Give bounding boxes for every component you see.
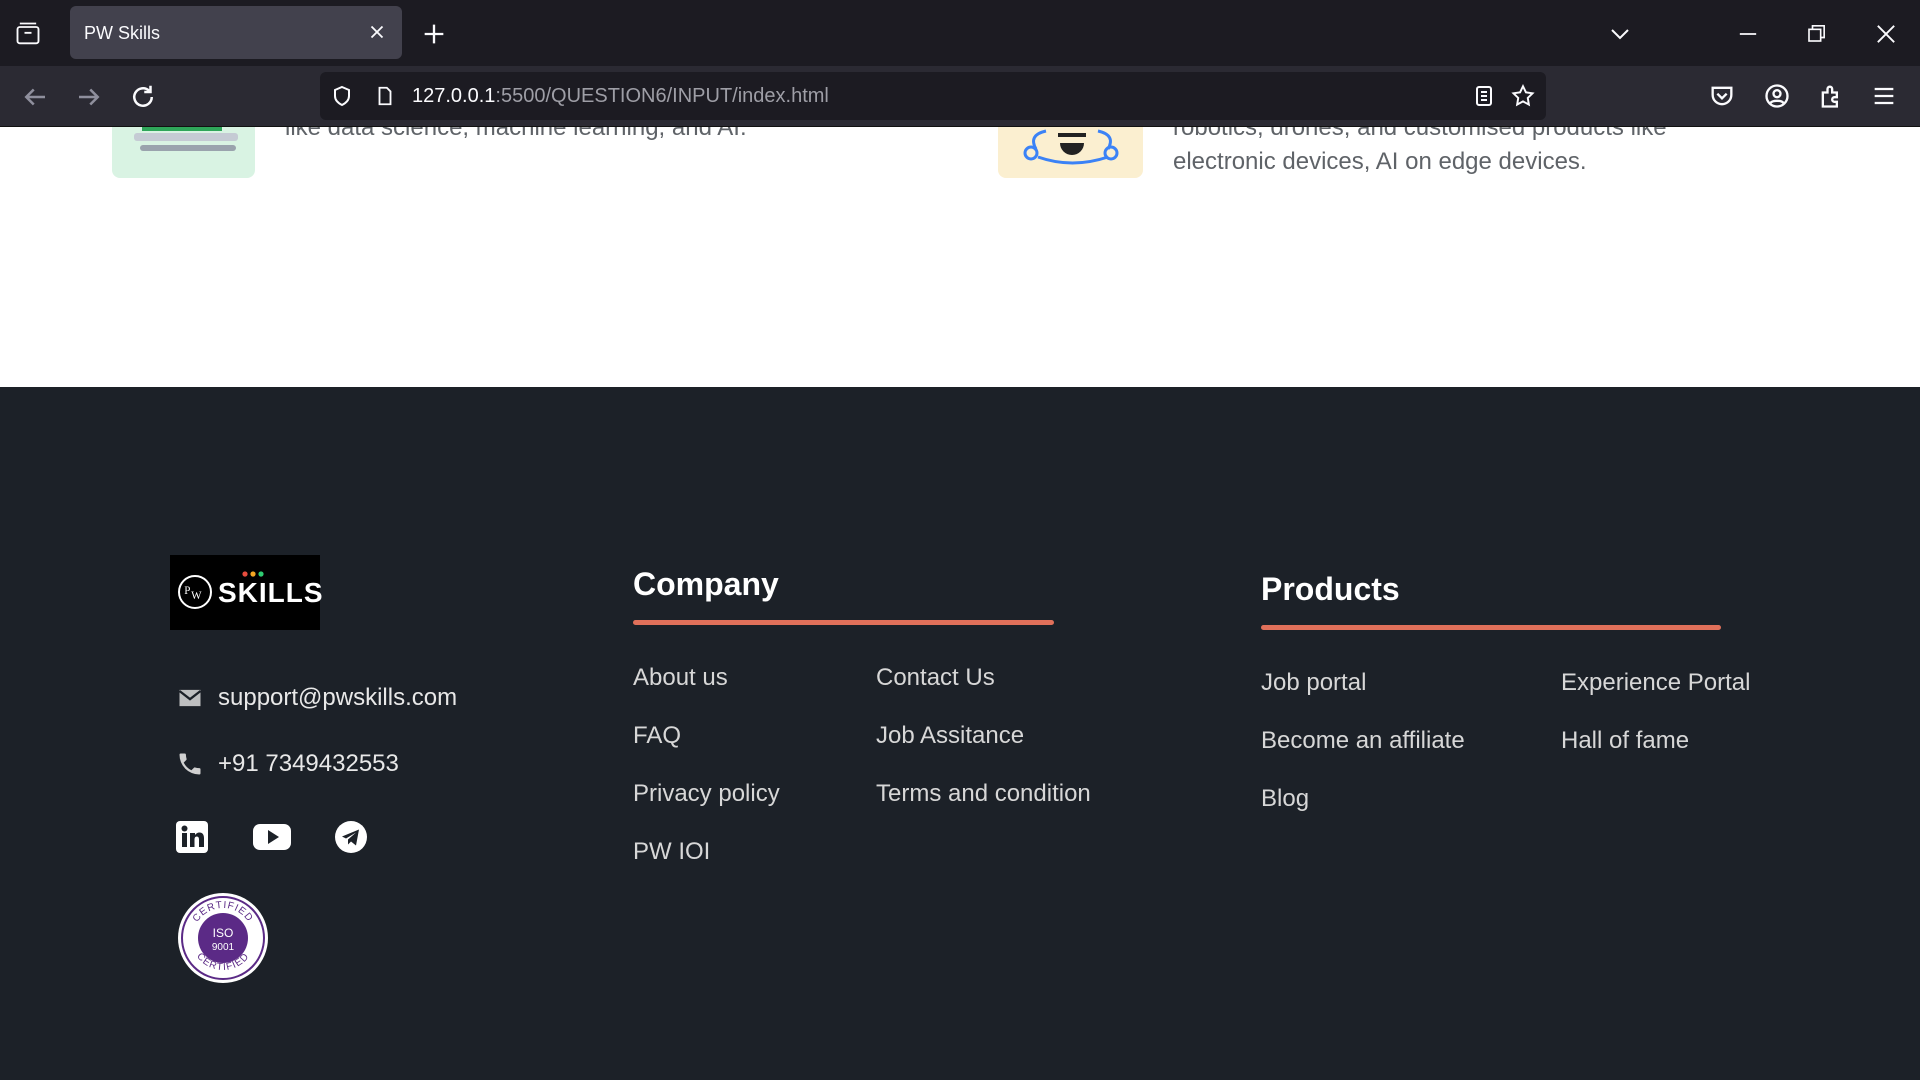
phone-contact[interactable]: +91 7349432553	[176, 750, 399, 778]
products-underline	[1261, 625, 1721, 630]
back-arrow-icon[interactable]	[20, 82, 50, 112]
tab-list-icon[interactable]	[14, 20, 46, 48]
iso-9001-badge: CERTIFIED CERTIFIED ISO 9001	[177, 892, 269, 984]
feature-laptop-image	[112, 127, 255, 178]
phone-icon	[176, 750, 204, 778]
features-section: like data science, machine learning, and…	[0, 127, 1920, 387]
email-contact[interactable]: support@pwskills.com	[176, 684, 457, 712]
footer-link-job-assistance[interactable]: Job Assitance	[876, 722, 1024, 750]
phone-text: +91 7349432553	[218, 750, 399, 777]
company-heading: Company	[633, 566, 779, 602]
company-underline	[633, 620, 1054, 625]
url-host: 127.0.0.1	[412, 85, 496, 107]
feature-left-text: like data science, machine learning, and…	[285, 127, 747, 141]
feature-right-line2: electronic devices, AI on edge devices.	[1173, 148, 1587, 175]
footer-link-contact[interactable]: Contact Us	[876, 664, 995, 692]
products-heading: Products	[1261, 571, 1400, 607]
footer-link-faq[interactable]: FAQ	[633, 722, 681, 750]
reload-icon[interactable]	[128, 82, 158, 112]
tab-title: PW Skills	[84, 23, 160, 43]
reader-view-icon[interactable]	[1472, 84, 1496, 108]
logo-text: SKILLS	[218, 577, 324, 608]
telegram-icon[interactable]	[333, 819, 369, 855]
footer-link-experience-portal[interactable]: Experience Portal	[1561, 669, 1750, 697]
address-bar[interactable]: 127.0.0.1:5500/QUESTION6/INPUT/index.htm…	[320, 72, 1546, 120]
bookmark-star-icon[interactable]	[1510, 83, 1536, 109]
new-tab-icon[interactable]	[420, 20, 448, 48]
hamburger-menu-icon[interactable]	[1870, 82, 1898, 110]
chevron-down-icon[interactable]	[1608, 22, 1632, 46]
youtube-icon[interactable]	[252, 819, 292, 855]
pocket-icon[interactable]	[1708, 82, 1736, 110]
footer-link-blog[interactable]: Blog	[1261, 785, 1309, 813]
restore-icon[interactable]	[1802, 20, 1830, 48]
minimize-icon[interactable]	[1734, 20, 1762, 48]
footer-link-job-portal[interactable]: Job portal	[1261, 669, 1366, 697]
web-page: like data science, machine learning, and…	[0, 127, 1920, 1080]
feature-right-text: robotics, drones, and customised product…	[1173, 127, 1733, 179]
page-info-icon[interactable]	[374, 84, 396, 108]
feature-drone-image	[998, 127, 1143, 178]
footer-link-affiliate[interactable]: Become an affiliate	[1261, 727, 1465, 755]
feature-right-line1: robotics, drones, and customised product…	[1173, 127, 1667, 141]
pw-skills-logo[interactable]: PW SKILLS	[170, 555, 323, 630]
footer-link-about[interactable]: About us	[633, 664, 728, 692]
browser-tab-active[interactable]: PW Skills	[70, 6, 402, 59]
svg-text:P: P	[184, 585, 190, 597]
footer-link-pw-ioi[interactable]: PW IOI	[633, 838, 710, 866]
svg-text:W: W	[191, 590, 202, 602]
pw-logo-mark-icon: PW	[178, 575, 212, 609]
footer-link-hall-of-fame[interactable]: Hall of fame	[1561, 727, 1689, 755]
browser-nav-bar: 127.0.0.1:5500/QUESTION6/INPUT/index.htm…	[0, 66, 1920, 127]
footer-link-privacy[interactable]: Privacy policy	[633, 780, 780, 808]
url-text[interactable]: 127.0.0.1:5500/QUESTION6/INPUT/index.htm…	[412, 85, 829, 108]
url-path: :5500/QUESTION6/INPUT/index.html	[495, 85, 829, 107]
close-tab-icon[interactable]	[366, 21, 388, 43]
email-text: support@pwskills.com	[218, 684, 458, 711]
iso-label: ISO	[213, 926, 234, 940]
shield-icon[interactable]	[330, 84, 354, 108]
browser-tab-bar: PW Skills	[0, 0, 1920, 66]
account-icon[interactable]	[1763, 82, 1791, 110]
envelope-icon	[176, 684, 204, 712]
site-footer: PW SKILLS support@pwskills.com +91 73494…	[0, 387, 1920, 1080]
forward-arrow-icon[interactable]	[74, 82, 104, 112]
footer-link-terms[interactable]: Terms and condition	[876, 780, 1091, 808]
linkedin-icon[interactable]	[174, 819, 210, 855]
extensions-icon[interactable]	[1817, 82, 1845, 110]
close-window-icon[interactable]	[1872, 20, 1900, 48]
iso-number: 9001	[212, 942, 235, 953]
